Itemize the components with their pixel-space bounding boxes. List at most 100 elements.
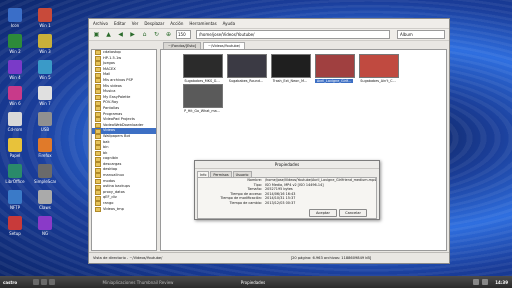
desktop-icon-image: [8, 8, 22, 22]
desktop-icon[interactable]: Win 3: [34, 34, 56, 54]
taskbar-item-properties[interactable]: Propiedades: [193, 280, 313, 285]
desktop-icon[interactable]: Win 6: [4, 86, 26, 106]
folder-icon: [95, 134, 101, 140]
desktop-icon[interactable]: Firefox: [34, 138, 56, 158]
launcher-icon[interactable]: [33, 279, 39, 285]
desktop-icon-image: [8, 190, 22, 204]
volume-icon[interactable]: [482, 279, 489, 285]
folder-icon: [95, 72, 101, 78]
video-thumbnail[interactable]: Avril_Lavigne_Girlf...: [315, 54, 355, 83]
folder-icon: [95, 162, 101, 168]
zoom-field[interactable]: 150: [176, 30, 191, 39]
desktop-icon-label: NFTP: [9, 205, 21, 210]
thumbnail-caption: Sugababes_Round...: [228, 79, 264, 83]
back-arrow-icon[interactable]: ◀: [116, 31, 125, 39]
folder-icon: [95, 117, 101, 123]
menu-item[interactable]: Herramientas: [189, 21, 216, 26]
cancel-button[interactable]: Cancelar: [339, 209, 367, 217]
properties-dialog: Propiedades Info Permisos Usuario Nombre…: [194, 160, 380, 220]
view-selector[interactable]: Album: [397, 30, 445, 39]
thumbnail-caption: Sugababes_Ain't_C...: [360, 79, 396, 83]
refresh-icon[interactable]: ↻: [152, 31, 161, 39]
desktop-icon[interactable]: SimpleScan: [34, 164, 56, 184]
accept-button[interactable]: Aceptar: [309, 209, 337, 217]
desktop-icon[interactable]: Claws: [34, 190, 56, 210]
zoom-icon[interactable]: ⊕: [164, 31, 173, 39]
thumbnail-image: [271, 54, 311, 78]
menu-item[interactable]: Editar: [114, 21, 126, 26]
desktop-icon[interactable]: Setup: [4, 216, 26, 236]
network-icon[interactable]: [473, 279, 480, 285]
desktop-icon[interactable]: NG: [34, 216, 56, 236]
desktop-icon-label: Firefox: [38, 153, 52, 158]
desktop-icon-label: Win 2: [9, 49, 21, 54]
property-value: 2013/12/03 00:37: [265, 200, 296, 205]
folder-icon: [95, 55, 101, 61]
desktop-icon-label: Papel: [9, 153, 21, 158]
taskbar-item-thumbnail-review[interactable]: Miniaplicaciones Thumbnail Review: [83, 280, 193, 285]
folder-icon: [95, 139, 101, 145]
desktop-icon[interactable]: Win 5: [34, 60, 56, 80]
folder-icon: [95, 167, 101, 173]
toolbar: ▣ ▲ ◀ ▶ ⌂ ↻ ⊕ 150 /home/jose/Videos/Yout…: [89, 29, 449, 41]
video-thumbnail[interactable]: Sugababes_MKS_G...: [183, 54, 223, 83]
video-thumbnail[interactable]: P_Hit_Go_What_ma...: [183, 84, 223, 113]
folder-icon: [95, 190, 101, 196]
desktop-icon-label: Win 3: [39, 49, 51, 54]
folder-icon: [95, 201, 101, 207]
desktop-icon-label: Win 7: [39, 101, 51, 106]
desktop-icon-image: [38, 112, 52, 126]
desktop-icon-image: [8, 60, 22, 74]
desktop-icon[interactable]: Icon: [4, 8, 26, 28]
desktop-icon[interactable]: Win 4: [4, 60, 26, 80]
desktop-icon[interactable]: USB: [34, 112, 56, 132]
folder-icon: [95, 78, 101, 84]
home-icon[interactable]: ⌂: [140, 31, 149, 39]
desktop-icon[interactable]: Cd-rom: [4, 112, 26, 132]
menu-item[interactable]: Acción: [170, 21, 183, 26]
tab-youtube[interactable]: ~/Videos/Youtube/: [203, 42, 246, 49]
desktop-icon[interactable]: Win 1: [34, 8, 56, 28]
desktop-icon[interactable]: Papel: [4, 138, 26, 158]
thumbnail-image: [183, 84, 223, 108]
up-arrow-icon[interactable]: ▲: [104, 31, 113, 39]
video-thumbnail[interactable]: Trash_Ext_Neon_M...: [271, 54, 311, 83]
menu-item[interactable]: Desplazar: [144, 21, 164, 26]
folder-icon: [95, 156, 101, 162]
menu-item[interactable]: Ayuda: [223, 21, 235, 26]
desktop-icon-label: Win 1: [39, 23, 51, 28]
video-thumbnail[interactable]: Sugababes_Round...: [227, 54, 267, 83]
folder-icon: [95, 178, 101, 184]
desktop-icon-image: [38, 8, 52, 22]
launcher-icon[interactable]: [49, 279, 55, 285]
folder-icon: [95, 50, 101, 56]
path-field[interactable]: /home/jose/Videos/Youtube/: [196, 30, 390, 39]
folder-icon: [95, 111, 101, 117]
folder-icon: [95, 173, 101, 179]
menu-item[interactable]: Ver: [132, 21, 139, 26]
desktop-icon-label: Cd-rom: [7, 127, 23, 132]
menu-bar: Archivo Editar Ver Desplazar Acción Herramien…: [89, 19, 449, 29]
menu-item[interactable]: Archivo: [93, 21, 108, 26]
folder-icon: [95, 83, 101, 89]
desktop-icons: Icon Win 1 Win 2 Win 3 Win 4 Win 5 Win 6 Win 7 C…: [0, 0, 80, 270]
property-row: Tiempo de cambio: 2013/12/03 00:37: [198, 201, 376, 206]
desktop-icon[interactable]: NFTP: [4, 190, 26, 210]
desktop-icon-image: [8, 216, 22, 230]
desktop-icon-image: [8, 138, 22, 152]
desktop-icon[interactable]: Win 7: [34, 86, 56, 106]
video-thumbnail[interactable]: Sugababes_Ain't_C...: [359, 54, 399, 83]
tree-item[interactable]: Videos_tmp: [92, 207, 156, 213]
desktop-icon[interactable]: LibrOffice: [4, 164, 26, 184]
thumbnail-caption: Avril_Lavigne_Girlf...: [315, 79, 353, 83]
desktop-icon-image: [38, 60, 52, 74]
forward-arrow-icon[interactable]: ▶: [128, 31, 137, 39]
desktop-icon-label: Icon: [10, 23, 20, 28]
start-button[interactable]: castro: [0, 280, 33, 285]
desktop-icon-label: Win 5: [39, 75, 51, 80]
tab-bar: ~/Fondos/[Esto] ~/Videos/Youtube/: [89, 41, 449, 49]
tab-fondos[interactable]: ~/Fondos/[Esto]: [163, 42, 202, 49]
launcher-icon[interactable]: [41, 279, 47, 285]
new-window-icon[interactable]: ▣: [92, 31, 101, 39]
desktop-icon[interactable]: Win 2: [4, 34, 26, 54]
